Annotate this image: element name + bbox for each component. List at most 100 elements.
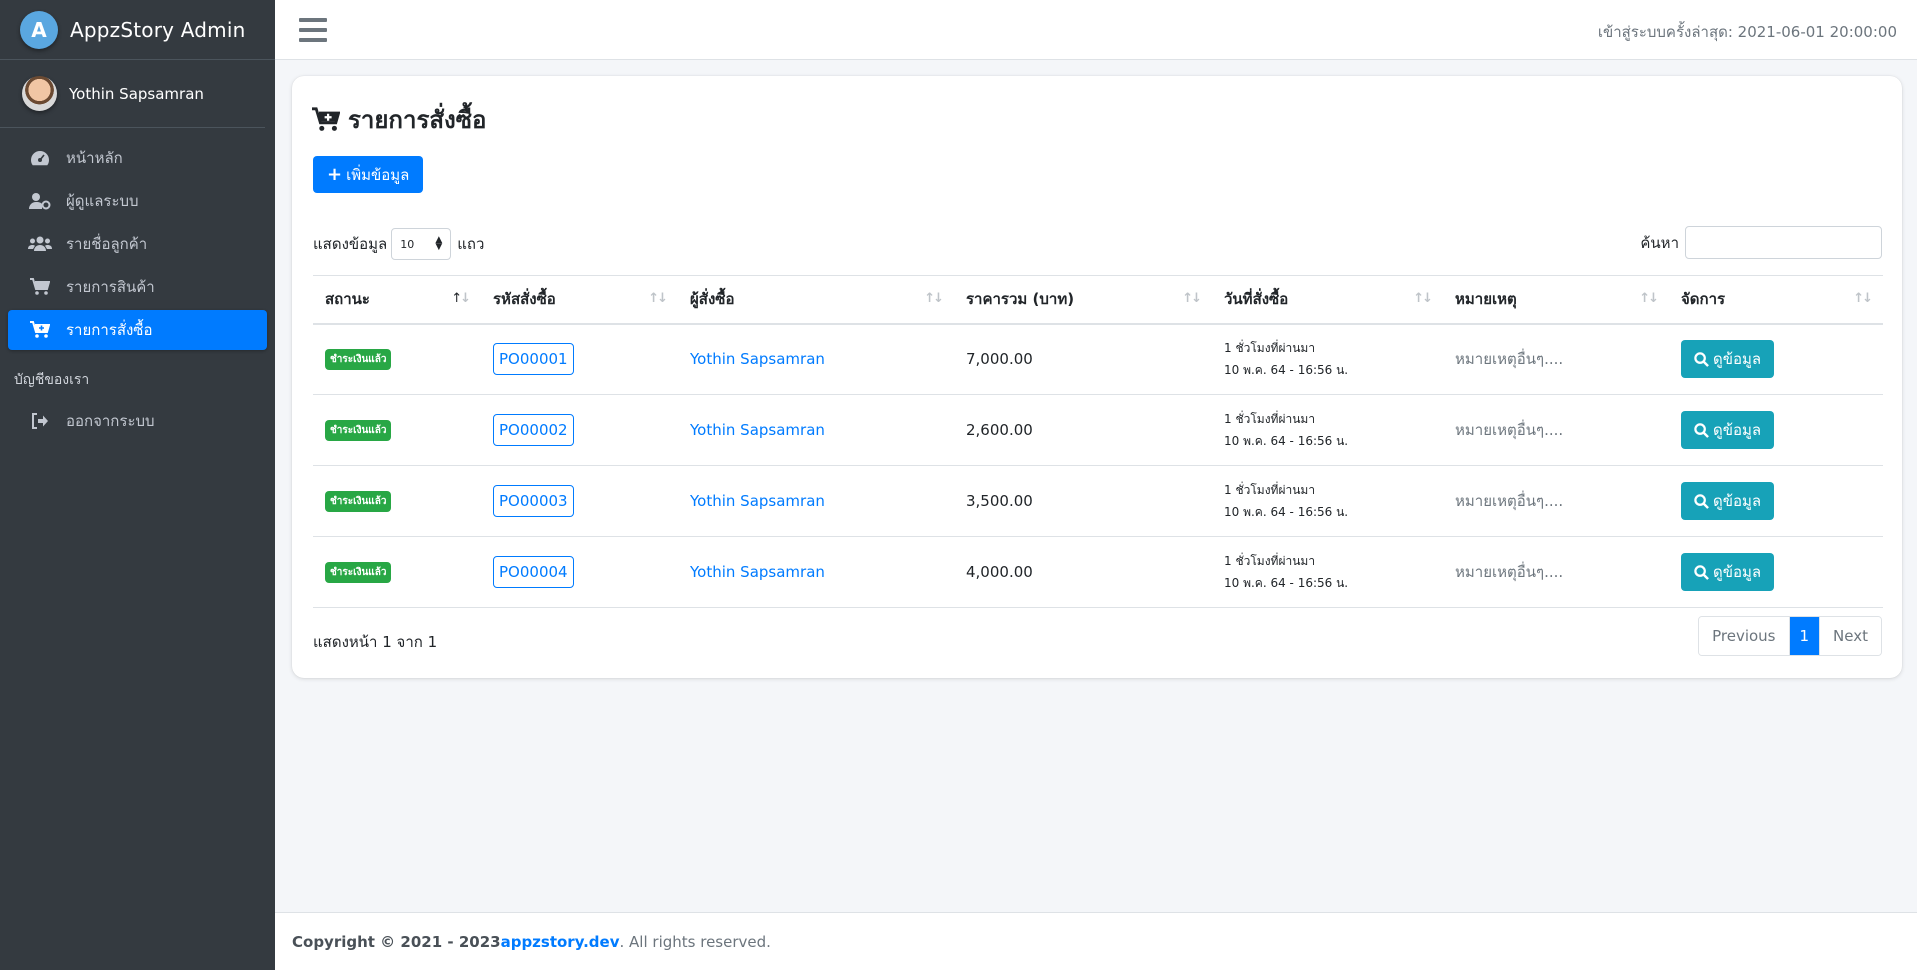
search-icon <box>1694 352 1709 367</box>
top-navbar: เข้าสู่ระบบครั้งล่าสุด: 2021-06-01 20:00… <box>275 0 1917 60</box>
brand[interactable]: A AppzStory Admin <box>0 0 275 60</box>
sidebar-item-home[interactable]: หน้าหลัก <box>8 138 267 178</box>
pagination-next[interactable]: Next <box>1819 617 1881 655</box>
sidebar-item-admins[interactable]: ผู้ดูแลระบบ <box>8 181 267 221</box>
page-length-value: 10 <box>400 237 415 251</box>
sidebar-item-label: หน้าหลัก <box>66 149 123 167</box>
order-date: 1 ชั่วโมงที่ผ่านมา 10 พ.ค. 64 - 16:56 น. <box>1212 394 1443 466</box>
order-id-link[interactable]: PO00004 <box>493 556 574 588</box>
sidebar-item-orders[interactable]: รายการสั่งซื้อ <box>8 310 267 350</box>
pagination-page-1[interactable]: 1 <box>1788 617 1820 655</box>
sidebar-item-label: รายการสั่งซื้อ <box>66 321 153 339</box>
sort-icon: ↑↓ <box>1853 291 1873 306</box>
buyer-link[interactable]: Yothin Sapsamran <box>690 563 825 581</box>
buyer-link[interactable]: Yothin Sapsamran <box>690 421 825 439</box>
page-title: รายการสั่งซื้อ <box>312 100 1882 139</box>
status-badge: ชำระเงินแล้ว <box>325 349 392 371</box>
column-header-actions[interactable]: จัดการ ↑↓ <box>1669 275 1883 325</box>
column-header-label: วันที่สั่งซื้อ <box>1224 290 1289 309</box>
view-order-button[interactable]: ดูข้อมูล <box>1681 553 1775 591</box>
page-length-select[interactable]: 10 ▲ ▼ <box>391 228 452 260</box>
add-order-button-label: เพิ่มข้อมูล <box>346 165 410 184</box>
column-header-label: สถานะ <box>325 290 370 309</box>
avatar <box>22 76 57 111</box>
view-order-button-label: ดูข้อมูล <box>1713 421 1762 439</box>
footer: Copyright © 2021 - 2023 appzstory.dev . … <box>275 912 1917 970</box>
sidebar-item-label: รายชื่อลูกค้า <box>66 235 148 253</box>
order-total: 2,600.00 <box>954 394 1212 466</box>
order-note: หมายเหตุอื่นๆ.... <box>1443 323 1669 395</box>
sort-icon: ↑↓ <box>1413 291 1433 306</box>
order-total: 4,000.00 <box>954 536 1212 608</box>
footer-site-link[interactable]: appzstory.dev <box>501 933 620 951</box>
view-order-button[interactable]: ดูข้อมูล <box>1681 340 1775 379</box>
page-title-text: รายการสั่งซื้อ <box>348 106 487 134</box>
order-id-link[interactable]: PO00003 <box>493 485 574 517</box>
order-note: หมายเหตุอื่นๆ.... <box>1443 536 1669 608</box>
add-order-button[interactable]: + เพิ่มข้อมูล <box>313 156 424 193</box>
plus-icon: + <box>327 164 343 185</box>
order-note: หมายเหตุอื่นๆ.... <box>1443 465 1669 537</box>
view-order-button-label: ดูข้อมูล <box>1713 492 1762 510</box>
order-date-absolute: 10 พ.ค. 64 - 16:56 น. <box>1224 576 1349 590</box>
column-header-buyer[interactable]: ผู้สั่งซื้อ ↑↓ <box>678 275 954 325</box>
column-header-label: รหัสสั่งซื้อ <box>493 290 556 309</box>
footer-copyright: Copyright © 2021 - 2023 <box>292 932 501 951</box>
buyer-link[interactable]: Yothin Sapsamran <box>690 350 825 368</box>
order-date-relative: 1 ชั่วโมงที่ผ่านมา <box>1224 412 1316 426</box>
page-length-suffix: แถว <box>457 235 485 253</box>
user-panel[interactable]: Yothin Sapsamran <box>0 60 265 128</box>
search-icon <box>1694 422 1709 438</box>
order-note: หมายเหตุอื่นๆ.... <box>1443 394 1669 466</box>
order-date-absolute: 10 พ.ค. 64 - 16:56 น. <box>1224 363 1349 378</box>
sidebar-item-logout[interactable]: ออกจากระบบ <box>8 401 267 441</box>
table-row: ชำระเงินแล้ว PO00002 Yothin Sapsamran 2,… <box>313 394 1883 466</box>
column-header-note[interactable]: หมายเหตุ ↑↓ <box>1443 275 1669 325</box>
page-length-control: แสดงข้อมูล 10 ▲ ▼ แถว <box>313 228 484 260</box>
cart-plus-icon <box>312 106 340 131</box>
select-arrows-icon: ▲ ▼ <box>435 235 443 252</box>
order-date: 1 ชั่วโมงที่ผ่านมา 10 พ.ค. 64 - 16:56 น. <box>1212 536 1443 608</box>
table-header-row: สถานะ ↑↓ รหัสสั่งซื้อ ↑↓ ผู้สั่งซื้อ ↑↓ ราค… <box>313 275 1883 325</box>
sidebar-item-products[interactable]: รายการสินค้า <box>8 267 267 307</box>
status-badge: ชำระเงินแล้ว <box>325 491 392 512</box>
pagination-previous[interactable]: Previous <box>1699 617 1789 655</box>
order-date-relative: 1 ชั่วโมงที่ผ่านมา <box>1224 341 1316 356</box>
sidebar-item-label: ผู้ดูแลระบบ <box>66 192 139 210</box>
table-search: ค้นหา <box>1640 226 1882 259</box>
sidebar-item-label: รายการสินค้า <box>66 278 155 296</box>
pagination: Previous 1 Next <box>1698 616 1882 656</box>
column-header-total[interactable]: ราคารวม (บาท) ↑↓ <box>954 275 1212 325</box>
order-date: 1 ชั่วโมงที่ผ่านมา 10 พ.ค. 64 - 16:56 น. <box>1212 323 1443 395</box>
sidebar-nav: หน้าหลัก ผู้ดูแลระบบ รายชื่อลูกค้า รายกา… <box>0 128 275 363</box>
sidebar-item-customers[interactable]: รายชื่อลูกค้า <box>8 224 267 264</box>
user-cog-icon <box>28 192 52 210</box>
cart-icon <box>28 278 52 296</box>
order-date-absolute: 10 พ.ค. 64 - 16:56 น. <box>1224 434 1349 448</box>
column-header-label: ผู้สั่งซื้อ <box>690 290 735 309</box>
column-header-po[interactable]: รหัสสั่งซื้อ ↑↓ <box>481 275 678 325</box>
search-input[interactable] <box>1685 226 1882 259</box>
table-row: ชำระเงินแล้ว PO00004 Yothin Sapsamran 4,… <box>313 536 1883 608</box>
sort-icon: ↑↓ <box>648 291 668 306</box>
menu-toggle-icon[interactable] <box>299 18 327 42</box>
view-order-button[interactable]: ดูข้อมูล <box>1681 411 1775 449</box>
sort-icon: ↑↓ <box>1182 291 1202 306</box>
sort-icon: ↑↓ <box>924 291 944 306</box>
pagination-info: แสดงหน้า 1 จาก 1 <box>313 633 438 651</box>
column-header-label: ราคารวม (บาท) <box>966 290 1075 309</box>
view-order-button-label: ดูข้อมูล <box>1713 350 1762 369</box>
order-id-link[interactable]: PO00002 <box>493 414 574 446</box>
view-order-button[interactable]: ดูข้อมูล <box>1681 482 1775 520</box>
sidebar-section-header: บัญชีของเรา <box>14 372 90 388</box>
search-label: ค้นหา <box>1640 233 1679 252</box>
column-header-status[interactable]: สถานะ ↑↓ <box>313 275 481 325</box>
column-header-date[interactable]: วันที่สั่งซื้อ ↑↓ <box>1212 275 1443 325</box>
orders-table: สถานะ ↑↓ รหัสสั่งซื้อ ↑↓ ผู้สั่งซื้อ ↑↓ ราค… <box>313 275 1883 608</box>
column-header-label: จัดการ <box>1681 290 1726 309</box>
buyer-link[interactable]: Yothin Sapsamran <box>690 492 825 510</box>
users-icon <box>28 236 52 252</box>
order-id-link[interactable]: PO00001 <box>493 343 574 376</box>
sidebar-item-label: ออกจากระบบ <box>66 412 155 430</box>
brand-name: AppzStory Admin <box>70 17 246 42</box>
